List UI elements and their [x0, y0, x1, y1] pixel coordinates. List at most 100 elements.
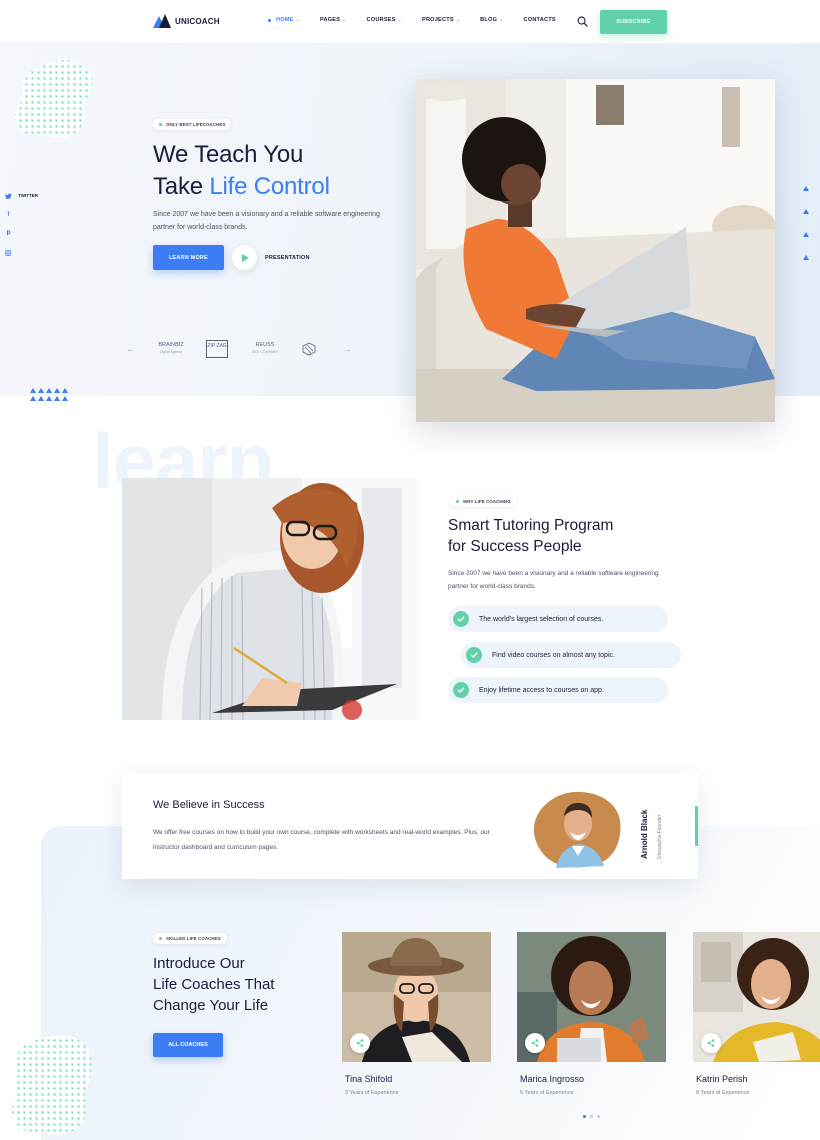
coach-card[interactable]: Katrin Perish 8 Years of Experience — [693, 932, 820, 1096]
belief-text: We offer free courses on how to build yo… — [153, 829, 490, 851]
cube-logo-icon — [302, 342, 316, 356]
triangle-shape — [803, 209, 809, 214]
decorative-triangles-right — [803, 186, 809, 260]
coach-name[interactable]: Marica Ingrosso — [520, 1074, 666, 1084]
arrow-left-icon[interactable]: ← — [126, 344, 136, 355]
presentation-label[interactable]: PRESENTATION — [265, 255, 310, 261]
coaching-title-line1: Smart Tutoring Program — [448, 517, 614, 534]
hero-title-accent: Life Control — [209, 173, 330, 200]
badge-label: WHY LIFE COACHING — [463, 499, 511, 504]
woman-writing-image — [122, 478, 417, 720]
subscribe-button[interactable]: SUBSCRIBE — [600, 10, 667, 34]
brand-carousel: ← BRAINBIZ Digital Agency ZIP ZAG REUSS … — [126, 340, 352, 358]
all-coaches-button[interactable]: ALL COACHES — [153, 1033, 223, 1057]
coach-experience: 5 Years of Experience — [520, 1090, 574, 1096]
coaching-title-line2: for Success People — [448, 538, 582, 555]
share-icon — [531, 1039, 539, 1047]
logo[interactable]: UNICOACH — [153, 14, 220, 28]
nav-item-label: COURSES — [366, 17, 396, 23]
logo-text: UNICOACH — [175, 16, 220, 26]
triangle-shape — [30, 396, 36, 401]
belief-card: We Believe in Success We offer free cour… — [122, 773, 698, 879]
triangle-shape — [62, 396, 68, 401]
twitter-icon — [5, 193, 12, 199]
decorative-dots-blob — [15, 60, 93, 138]
coach-photo — [693, 932, 820, 1062]
share-icon — [356, 1039, 364, 1047]
play-button[interactable] — [232, 245, 257, 270]
check-icon — [453, 682, 469, 698]
check-icon — [453, 611, 469, 627]
triangle-shape — [62, 388, 68, 393]
coach-card[interactable]: Marica Ingrosso 5 Years of Experience — [517, 932, 666, 1096]
brand-name: REUSS — [255, 342, 275, 348]
learn-more-button[interactable]: LEARN MORE — [153, 245, 224, 270]
founder-avatar — [533, 791, 621, 868]
coaching-description: Since 2007 we have been a visionary and … — [448, 570, 659, 590]
pagination-dot[interactable] — [597, 1115, 600, 1118]
carousel-pagination — [583, 1115, 600, 1118]
nav-item-courses[interactable]: COURSES ⌄ — [367, 17, 402, 23]
belief-title: We Believe in Success — [153, 799, 265, 811]
social-pinterest[interactable]: 𝐩 — [5, 224, 38, 243]
hero-title-line2: Take Life Control — [153, 171, 330, 203]
social-instagram[interactable] — [5, 243, 38, 262]
badge-label: SKILLED LIFE COACHES — [166, 936, 221, 941]
nav-item-projects[interactable]: PROJECTS ⌄ — [422, 17, 460, 23]
search-icon[interactable] — [577, 16, 588, 27]
badge-label: ONLY BEST LIFECOACHES — [166, 122, 226, 127]
social-sidebar: TWITTER f 𝐩 — [5, 186, 38, 262]
share-button[interactable] — [701, 1033, 721, 1053]
brand-sub: Digital Agency — [159, 350, 183, 354]
nav-item-label: BLOG — [480, 17, 498, 23]
hero-badge: ONLY BEST LIFECOACHES — [153, 119, 232, 130]
coach-experience: 8 Years of Experience — [696, 1090, 750, 1096]
coach-photo — [517, 932, 666, 1062]
pagination-dot[interactable] — [583, 1115, 586, 1118]
share-button[interactable] — [350, 1033, 370, 1053]
hero-title-plain: Take — [153, 173, 210, 200]
nav-item-label: PROJECTS — [422, 17, 454, 23]
pagination-dot[interactable] — [590, 1115, 593, 1118]
decorative-triangles — [30, 388, 78, 401]
coaches-title-line1: Introduce Our — [153, 955, 245, 972]
share-icon — [707, 1039, 715, 1047]
arrow-right-icon[interactable]: → — [342, 344, 352, 355]
coaches-title-line2: Life Coaches That — [153, 976, 275, 993]
coaching-badge: WHY LIFE COACHING — [450, 496, 517, 507]
woman-laptop-image — [416, 79, 775, 422]
site-header: UNICOACH HOME ⌄ PAGES ⌄ COURSES ⌄ PROJEC… — [0, 0, 820, 44]
brand-logo: BRAINBIZ Digital Agency — [156, 342, 186, 356]
chevron-down-icon: ⌄ — [295, 17, 300, 23]
social-twitter[interactable]: TWITTER — [5, 186, 38, 205]
coach-name[interactable]: Katrin Perish — [696, 1074, 820, 1084]
chevron-down-icon: ⌄ — [397, 17, 403, 23]
badge-dot — [159, 123, 162, 126]
coach-name[interactable]: Tina Shifold — [345, 1074, 491, 1084]
nav-item-contacts[interactable]: CONTACTS — [524, 17, 556, 23]
main-nav: HOME ⌄ PAGES ⌄ COURSES ⌄ PROJECTS ⌄ BLOG… — [268, 17, 576, 23]
chevron-down-icon: ⌄ — [499, 17, 504, 23]
triangle-shape — [803, 255, 809, 260]
nav-item-blog[interactable]: BLOG ⌄ — [480, 17, 503, 23]
brand-logo: ZIP ZAG — [206, 340, 228, 358]
coaches-title: Introduce Our Life Coaches That Change Y… — [153, 953, 274, 1016]
hero-photo — [416, 79, 775, 422]
nav-item-home[interactable]: HOME ⌄ — [268, 17, 300, 23]
brand-sub: SEO COMPANY — [252, 350, 278, 354]
triangle-shape — [803, 186, 809, 191]
nav-item-label: PAGES — [319, 17, 341, 23]
coaches-badge: SKILLED LIFE COACHES — [153, 933, 227, 944]
nav-item-pages[interactable]: PAGES ⌄ — [320, 17, 347, 23]
coach-experience: 3 Years of Experience — [345, 1090, 399, 1096]
facebook-icon: f — [7, 211, 10, 218]
triangle-shape — [30, 388, 36, 393]
card-accent-bar — [695, 806, 698, 846]
play-icon — [241, 253, 249, 262]
coach-card[interactable]: Tina Shifold 3 Years of Experience — [342, 932, 491, 1096]
hero-title: We Teach You Take Life Control — [153, 139, 330, 203]
social-facebook[interactable]: f — [5, 205, 38, 224]
triangle-shape — [54, 396, 60, 401]
brand-name: BRAINBIZ — [158, 342, 184, 348]
share-button[interactable] — [525, 1033, 545, 1053]
